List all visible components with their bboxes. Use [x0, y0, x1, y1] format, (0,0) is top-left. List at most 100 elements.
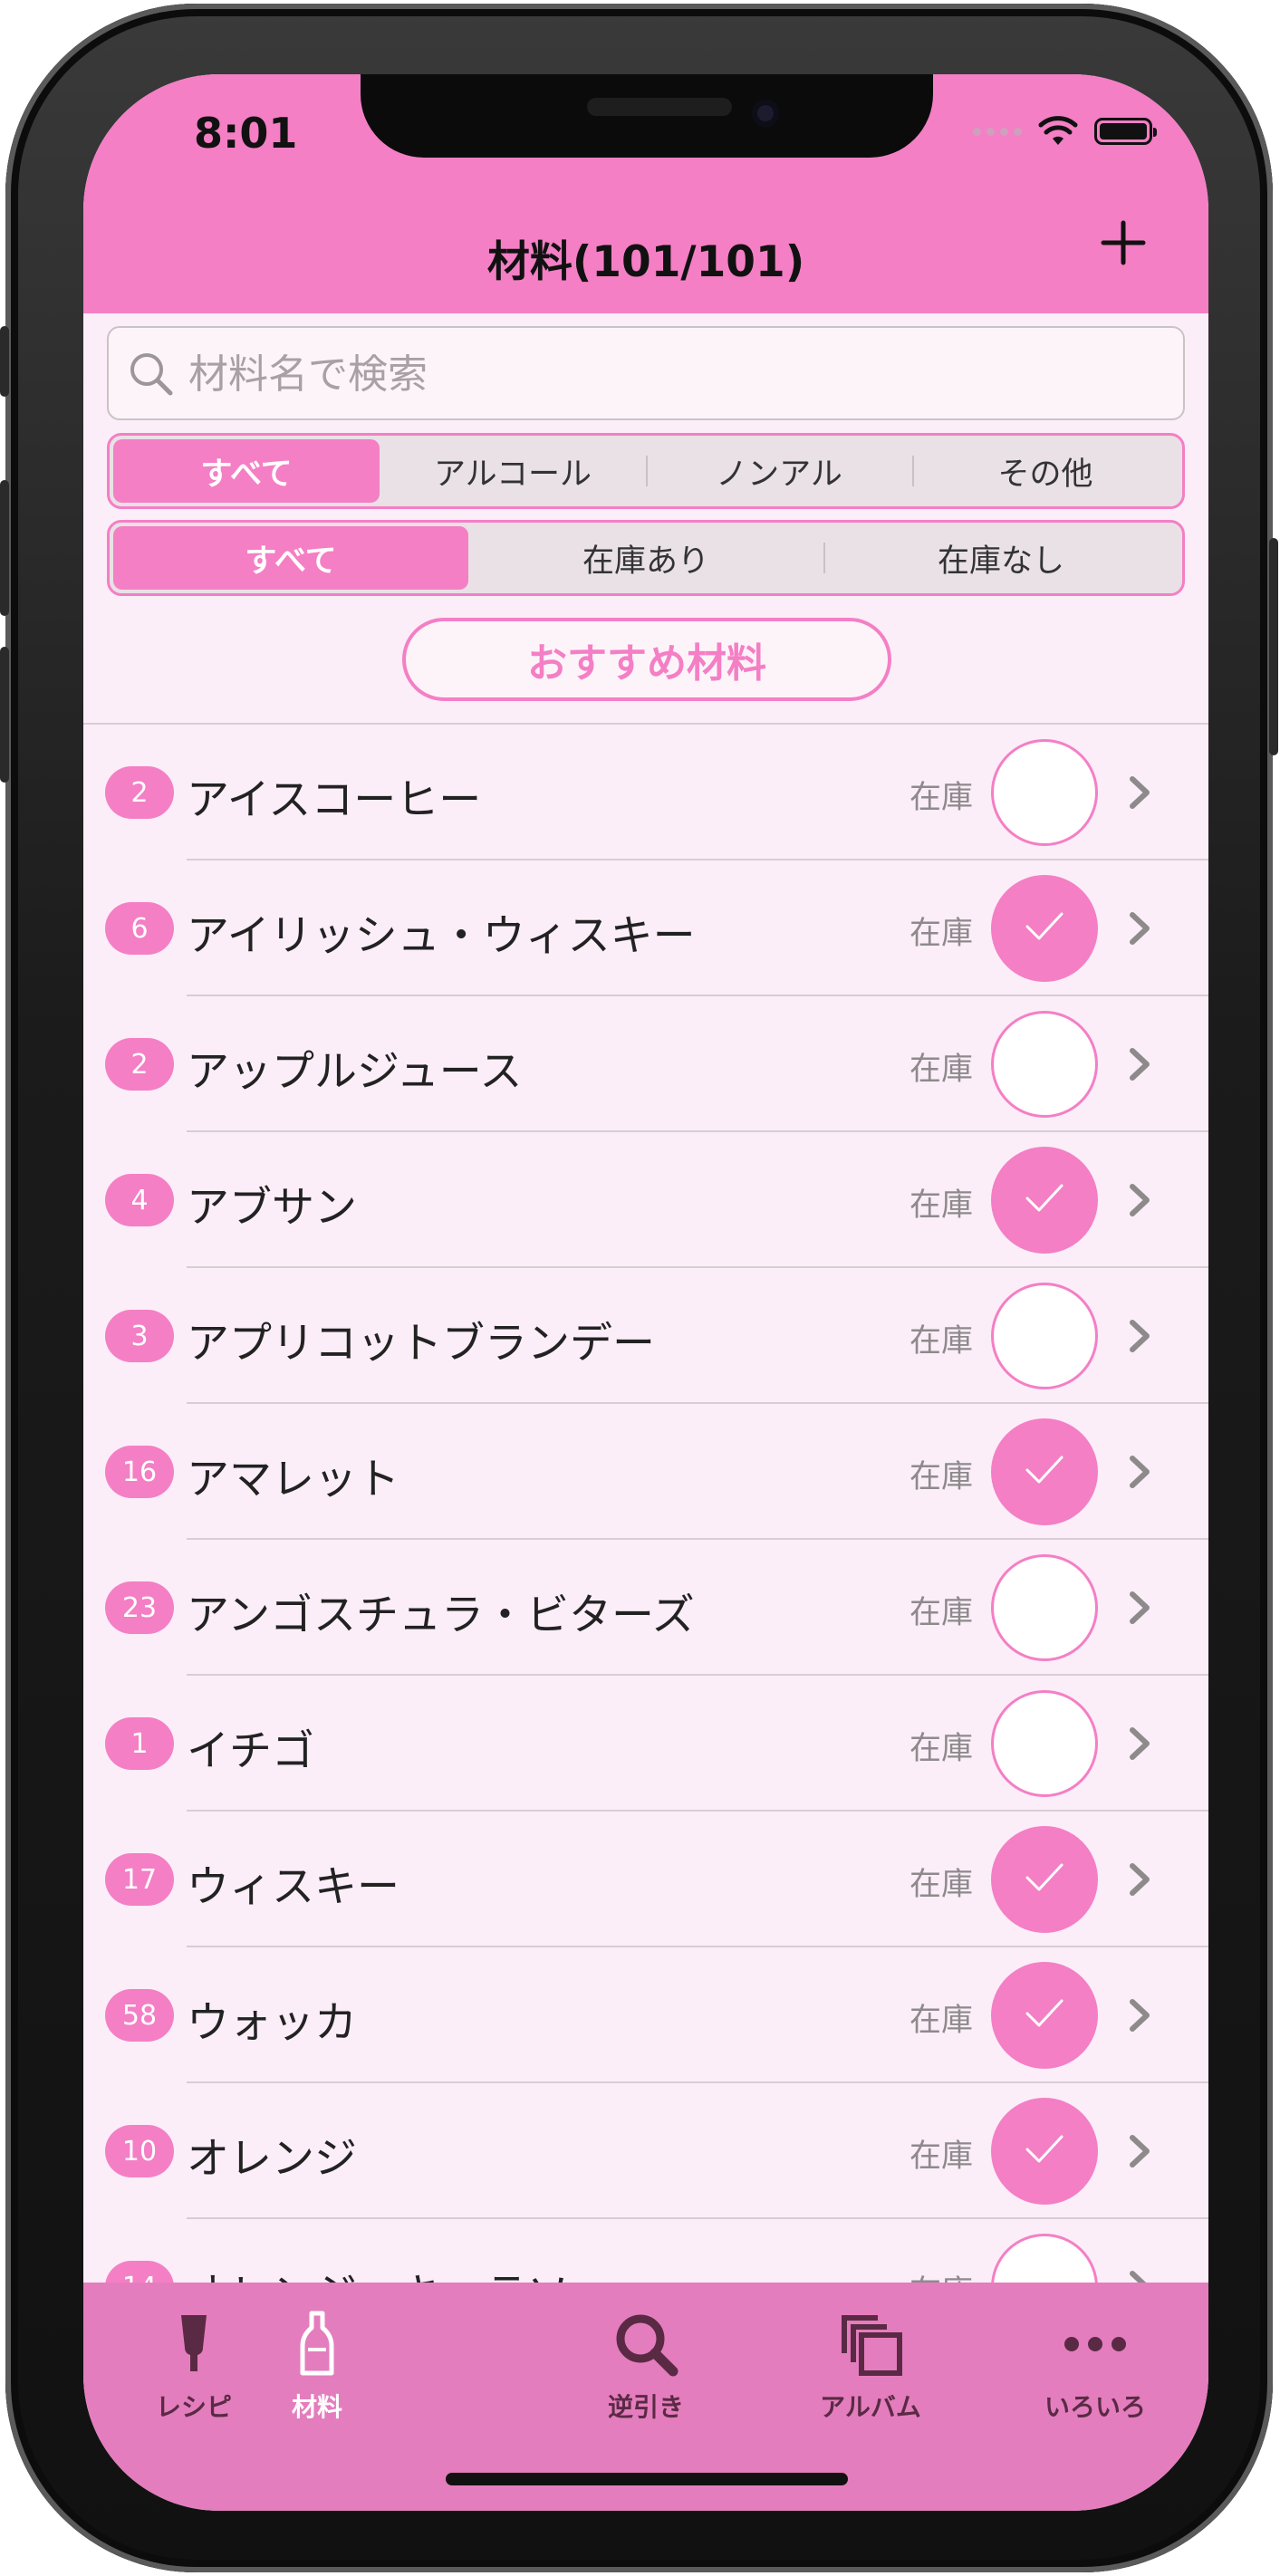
- search-bar[interactable]: [107, 326, 1185, 420]
- segment-in-stock[interactable]: 在庫あり: [468, 526, 823, 590]
- stock-checkbox[interactable]: [991, 1826, 1098, 1933]
- cellular-signal-icon: [973, 127, 1022, 136]
- ingredient-list: 2 アイスコーヒー 在庫 6 アイリッシュ・ウィスキー 在庫 2 アップルジュース 在庫 4 アブサ…: [83, 725, 1208, 2355]
- segment-all-stock[interactable]: すべて: [113, 526, 468, 590]
- ingredient-name: アンゴスチュラ・ビターズ: [187, 1591, 695, 1640]
- album-icon: [842, 2315, 902, 2376]
- recipe-count-badge: 4: [105, 1174, 174, 1226]
- segment-other[interactable]: その他: [912, 439, 1179, 503]
- ingredient-row[interactable]: 4 アブサン 在庫: [83, 1132, 1208, 1268]
- stock-checkbox[interactable]: [991, 739, 1098, 846]
- search-icon: [130, 353, 173, 396]
- home-indicator[interactable]: [446, 2473, 848, 2485]
- search-input[interactable]: [187, 328, 1169, 420]
- chevron-right-icon[interactable]: [1127, 1860, 1152, 1898]
- stock-checkbox[interactable]: [991, 2098, 1098, 2205]
- chevron-right-icon[interactable]: [1127, 1996, 1152, 2034]
- tab-ingredients-label: 材料: [291, 2392, 342, 2422]
- more-icon: [1064, 2337, 1126, 2351]
- volume-down-button: [0, 647, 9, 783]
- volume-up-button: [0, 480, 9, 616]
- stock-checkbox[interactable]: [991, 1962, 1098, 2069]
- status-icons: [973, 116, 1157, 147]
- mute-switch: [0, 326, 9, 397]
- stock-label: 在庫: [909, 1052, 974, 1088]
- ingredient-name: ウィスキー: [187, 1862, 399, 1912]
- segment-out-of-stock[interactable]: 在庫なし: [823, 526, 1179, 590]
- ingredient-row[interactable]: 1 イチゴ 在庫: [83, 1676, 1208, 1812]
- checkmark-icon: [1022, 1860, 1067, 1899]
- chevron-right-icon[interactable]: [1127, 1453, 1152, 1491]
- glass-icon: [181, 2315, 207, 2371]
- stock-label: 在庫: [909, 1187, 974, 1224]
- stock-segmented-control: すべて 在庫あり 在庫なし: [107, 520, 1185, 596]
- checkmark-icon: [1022, 1180, 1067, 1220]
- battery-icon: [1094, 118, 1157, 145]
- checkmark-icon: [1022, 2131, 1067, 2171]
- stock-label: 在庫: [909, 2003, 974, 2039]
- ingredient-name: アイスコーヒー: [187, 775, 482, 825]
- recommended-ingredients-button[interactable]: おすすめ材料: [402, 618, 891, 701]
- notch: [361, 74, 933, 158]
- ingredient-name: オレンジ: [187, 2134, 357, 2184]
- tab-more[interactable]: いろいろ: [1005, 2308, 1186, 2424]
- recipe-count-badge: 58: [105, 1989, 174, 2042]
- stock-checkbox[interactable]: [991, 1011, 1098, 1118]
- chevron-right-icon[interactable]: [1127, 1725, 1152, 1763]
- chevron-right-icon[interactable]: [1127, 1317, 1152, 1355]
- recipe-count-badge: 1: [105, 1717, 174, 1770]
- status-time: 8:01: [194, 109, 298, 158]
- stock-label: 在庫: [909, 1867, 974, 1903]
- ingredient-row[interactable]: 10 オレンジ 在庫: [83, 2083, 1208, 2219]
- recipe-count-badge: 3: [105, 1310, 174, 1362]
- stock-label: 在庫: [909, 1459, 974, 1495]
- chevron-right-icon[interactable]: [1127, 1045, 1152, 1083]
- tab-ingredients[interactable]: 材料: [226, 2308, 408, 2424]
- ingredient-name: アイリッシュ・ウィスキー: [187, 911, 696, 961]
- ingredient-row[interactable]: 3 アプリコットブランデー 在庫: [83, 1268, 1208, 1404]
- search-icon: [616, 2314, 678, 2377]
- tab-reverse-search[interactable]: 逆引き: [555, 2308, 736, 2424]
- segment-non-alcohol[interactable]: ノンアル: [646, 439, 912, 503]
- stock-label: 在庫: [909, 1595, 974, 1631]
- chevron-right-icon[interactable]: [1127, 774, 1152, 812]
- checkmark-icon: [1022, 1452, 1067, 1492]
- ingredient-name: イチゴ: [187, 1726, 314, 1776]
- stock-checkbox[interactable]: [991, 1283, 1098, 1389]
- recipe-count-badge: 10: [105, 2125, 174, 2177]
- recipe-count-badge: 6: [105, 902, 174, 955]
- chevron-right-icon[interactable]: [1127, 1181, 1152, 1219]
- front-camera: [752, 100, 779, 127]
- stock-label: 在庫: [909, 1731, 974, 1767]
- tab-album-label: アルバム: [820, 2392, 921, 2422]
- ingredient-row[interactable]: 16 アマレット 在庫: [83, 1404, 1208, 1540]
- ingredient-row[interactable]: 6 アイリッシュ・ウィスキー 在庫: [83, 860, 1208, 996]
- chevron-right-icon[interactable]: [1127, 909, 1152, 947]
- ingredient-row[interactable]: 17 ウィスキー 在庫: [83, 1812, 1208, 1947]
- stock-checkbox[interactable]: [991, 1554, 1098, 1661]
- chevron-right-icon[interactable]: [1127, 2132, 1152, 2170]
- ingredient-row[interactable]: 2 アイスコーヒー 在庫: [83, 725, 1208, 860]
- stock-label: 在庫: [909, 1323, 974, 1360]
- segment-alcohol[interactable]: アルコール: [380, 439, 646, 503]
- bottle-icon: [300, 2311, 334, 2376]
- segment-all-category[interactable]: すべて: [113, 439, 380, 503]
- phone-frame: 8:01 材料(101/101) すべて: [0, 4, 1278, 2572]
- stock-checkbox[interactable]: [991, 1147, 1098, 1254]
- chevron-right-icon[interactable]: [1127, 1589, 1152, 1627]
- ingredient-name: アップルジュース: [187, 1047, 523, 1097]
- tab-album[interactable]: アルバム: [780, 2308, 961, 2424]
- stock-checkbox[interactable]: [991, 875, 1098, 982]
- ingredient-name: ウォッカ: [187, 1998, 357, 2048]
- ingredient-row[interactable]: 23 アンゴスチュラ・ビターズ 在庫: [83, 1540, 1208, 1676]
- stock-checkbox[interactable]: [991, 1690, 1098, 1797]
- checkmark-icon: [1022, 1995, 1067, 2035]
- stock-checkbox[interactable]: [991, 1418, 1098, 1525]
- wifi-icon: [1038, 116, 1078, 145]
- category-segmented-control: すべて アルコール ノンアル その他: [107, 433, 1185, 509]
- ingredient-row[interactable]: 2 アップルジュース 在庫: [83, 996, 1208, 1132]
- add-ingredient-button[interactable]: [1098, 217, 1149, 268]
- recipe-count-badge: 17: [105, 1853, 174, 1906]
- ingredient-row[interactable]: 58 ウォッカ 在庫: [83, 1947, 1208, 2083]
- recipe-count-badge: 2: [105, 1038, 174, 1091]
